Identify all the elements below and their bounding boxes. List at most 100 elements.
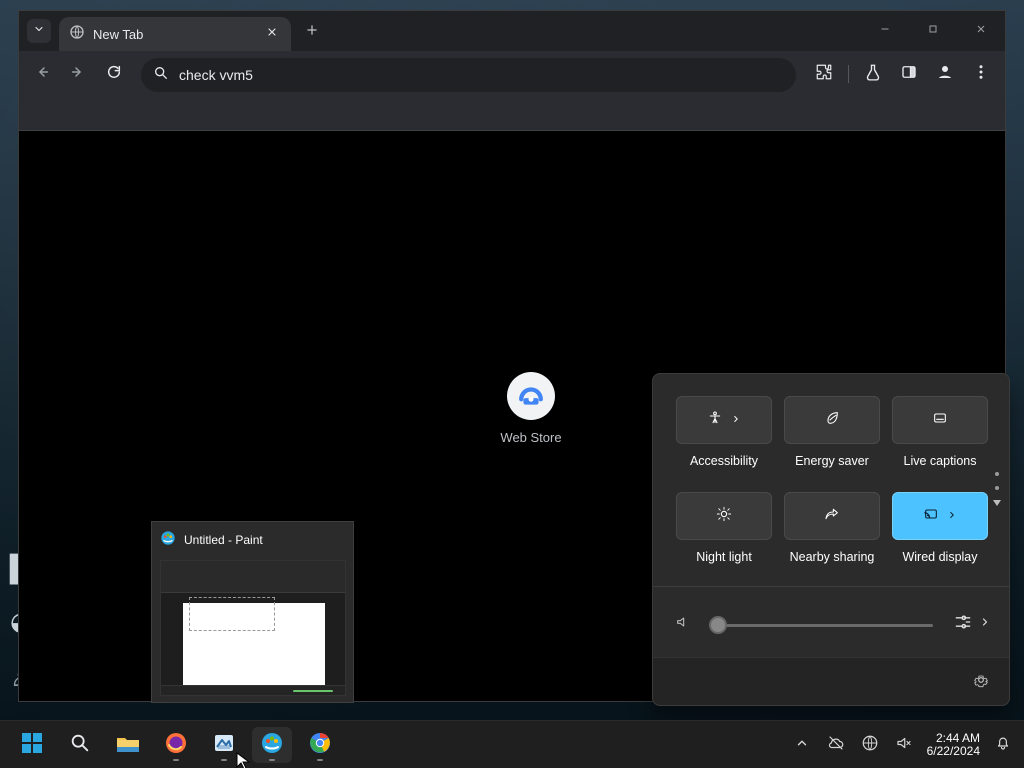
bell-icon [994,734,1012,757]
leaf-icon [824,410,840,431]
start-button[interactable] [12,727,52,763]
web-store-icon [507,372,555,420]
tab-search-button[interactable] [27,19,51,43]
qs-button-night-light[interactable] [676,492,772,540]
system-tray: 2:44 AM 6/22/2024 [791,727,1014,763]
volume-slider-track[interactable] [717,624,933,627]
paint-app-icon [260,731,284,760]
arrow-left-icon [34,64,50,85]
volume-tray-icon[interactable] [893,734,915,756]
browser-toolbar: check vvm5 [19,51,1005,97]
globe-icon [69,24,85,45]
accessibility-icon [707,410,723,431]
paint-selection-preview [189,597,275,631]
qs-button-nearby-sharing[interactable] [784,492,880,540]
running-indicator [269,759,275,761]
settings-button[interactable] [971,672,991,692]
page-dot [995,472,999,476]
qs-tile-wired-display: Wired display [892,492,988,578]
notifications-button[interactable] [992,734,1014,756]
address-bar-text: check vvm5 [179,67,253,83]
qs-bottom-bar [653,657,1009,705]
minimize-button[interactable] [869,19,901,43]
back-button[interactable] [31,63,53,85]
cloud-off-icon [827,734,845,757]
qs-tile-energy-saver: Energy saver [784,396,880,482]
sun-icon [716,506,732,527]
menu-button[interactable] [969,63,993,85]
windows-logo-icon [20,731,44,760]
qs-button-live-captions[interactable] [892,396,988,444]
speaker-muted-icon [895,734,913,757]
quick-settings-row: Night light Nearby sharing Wired display [676,492,990,578]
new-tab-button[interactable] [301,21,323,43]
taskbar-app-file-explorer[interactable] [108,727,148,763]
chrome-icon [308,731,332,760]
firefox-icon [164,731,188,760]
reload-icon [106,64,122,85]
chevron-right-icon[interactable] [979,615,991,633]
maximize-icon [927,22,939,40]
volume-slider-thumb[interactable] [709,616,727,634]
close-icon [266,25,278,43]
show-hidden-icons-button[interactable] [791,734,813,756]
taskbar-app-firefox[interactable] [156,727,196,763]
chevron-right-icon [731,411,741,429]
taskbar-search-button[interactable] [60,727,100,763]
address-bar[interactable]: check vvm5 [141,58,796,92]
kebab-menu-icon [972,63,990,86]
qs-more-arrow[interactable] [993,500,1001,506]
extensions-button[interactable] [812,63,836,85]
network-tray-icon[interactable] [859,734,881,756]
quick-settings-grid: Accessibility Energy saver Live captions… [676,396,990,578]
clock[interactable]: 2:44 AM 6/22/2024 [927,732,980,757]
shortcut-web-store[interactable]: Web Store [481,372,581,458]
onedrive-tray-icon[interactable] [825,734,847,756]
quick-settings-row: Accessibility Energy saver Live captions [676,396,990,482]
plus-icon [305,23,319,42]
paint-zoom-preview [293,690,333,692]
preview-header: Untitled - Paint [152,522,353,558]
close-icon [975,22,987,40]
qs-page-indicator [991,472,1003,512]
maximize-button[interactable] [917,19,949,43]
person-icon [936,63,954,86]
captions-icon [932,410,948,431]
profile-button[interactable] [933,63,957,85]
gear-icon [973,672,989,693]
cast-icon [923,506,939,527]
toolbar-actions [812,63,993,85]
preview-window-title: Untitled - Paint [184,533,263,547]
qs-tile-night-light: Night light [676,492,772,578]
close-tab-button[interactable] [263,25,281,43]
qs-button-accessibility[interactable] [676,396,772,444]
arrow-right-icon [70,64,86,85]
qs-label-nearby-sharing: Nearby sharing [789,550,875,564]
window-controls [869,19,997,43]
toolbar-separator [848,65,849,83]
forward-button[interactable] [67,63,89,85]
taskbar-app-chrome[interactable] [300,727,340,763]
minimize-icon [879,22,891,40]
volume-control [675,612,991,638]
taskbar-window-preview[interactable]: Untitled - Paint [151,521,354,703]
labs-button[interactable] [861,63,885,85]
qs-tile-nearby-sharing: Nearby sharing [784,492,880,578]
tab-title: New Tab [93,26,144,42]
close-window-button[interactable] [965,19,997,43]
qs-button-wired-display[interactable] [892,492,988,540]
taskbar-app-paint[interactable] [252,727,292,763]
reload-button[interactable] [103,63,125,85]
bookmarks-bar [19,97,1005,131]
qs-label-night-light: Night light [696,550,752,564]
tab-new-tab[interactable]: New Tab [59,17,291,51]
qs-button-energy-saver[interactable] [784,396,880,444]
side-panel-button[interactable] [897,63,921,85]
tab-strip: New Tab [19,11,1005,51]
folder-icon [115,732,141,759]
flask-icon [864,63,882,86]
shortcut-label: Web Store [500,430,562,445]
share-icon [824,506,840,527]
audio-output-icon[interactable] [953,612,973,637]
mouse-cursor [236,752,251,768]
